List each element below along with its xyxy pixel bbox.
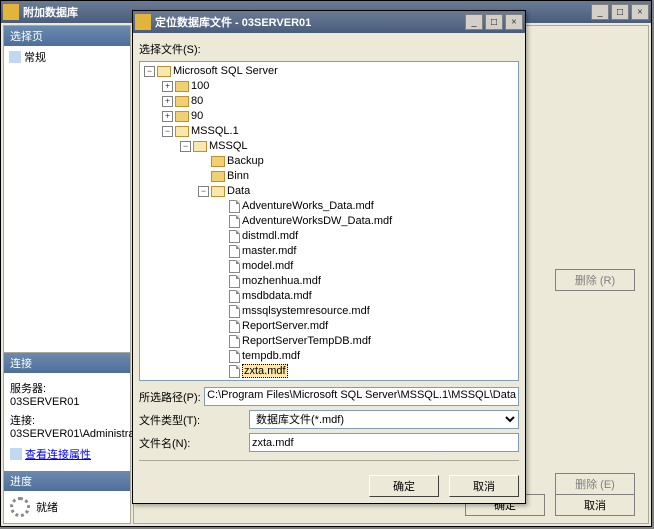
- page-item-general[interactable]: 常规: [6, 48, 128, 66]
- expand-toggle[interactable]: −: [180, 141, 191, 152]
- file-icon: [229, 230, 240, 243]
- tree-file-selected[interactable]: zxta.mdf: [242, 364, 288, 378]
- expand-toggle[interactable]: −: [162, 126, 173, 137]
- file-type-select[interactable]: 数据库文件(*.mdf): [249, 410, 519, 429]
- tree-node[interactable]: MSSQL.1: [191, 125, 239, 137]
- maximize-button[interactable]: □: [611, 4, 629, 20]
- dialog-title: 定位数据库文件 - 03SERVER01: [155, 14, 465, 30]
- dialog-icon: [135, 14, 151, 30]
- conn-label: 连接:: [10, 412, 124, 428]
- progress-status: 就绪: [36, 499, 58, 515]
- tree-file[interactable]: mssqlsystemresource.mdf: [242, 305, 370, 317]
- folder-icon: [175, 96, 189, 107]
- left-nav-pane: 选择页 常规 连接 服务器: 03SERVER01 连接: 03SERVER01…: [3, 25, 131, 524]
- tree-node[interactable]: Backup: [227, 155, 264, 167]
- tree-node[interactable]: MSSQL: [209, 140, 248, 152]
- file-icon: [229, 320, 240, 333]
- file-icon: [229, 290, 240, 303]
- conn-props-icon: [10, 448, 22, 460]
- minimize-button[interactable]: _: [591, 4, 609, 20]
- page-icon: [9, 51, 21, 63]
- server-label: 服务器:: [10, 380, 124, 396]
- file-icon: [229, 275, 240, 288]
- file-icon: [229, 350, 240, 363]
- remove-button-2[interactable]: 删除 (E): [555, 473, 635, 495]
- dlg-minimize-button[interactable]: _: [465, 14, 483, 30]
- select-page-header: 选择页: [4, 26, 130, 46]
- dialog-cancel-button[interactable]: 取消: [449, 475, 519, 497]
- tree-node[interactable]: Binn: [227, 170, 249, 182]
- file-icon: [229, 200, 240, 213]
- folder-icon: [175, 81, 189, 92]
- connection-header: 连接: [4, 353, 130, 373]
- file-tree[interactable]: −Microsoft SQL Server +100 +80 +90 −MSSQ…: [139, 61, 519, 381]
- tree-file[interactable]: master.mdf: [242, 245, 296, 257]
- tree-file[interactable]: mozhenhua.mdf: [242, 275, 321, 287]
- db-icon: [3, 4, 19, 20]
- conn-value: 03SERVER01\Administrator: [10, 428, 124, 440]
- view-connection-link[interactable]: 查看连接属性: [10, 446, 124, 462]
- tree-node[interactable]: Data: [227, 185, 250, 197]
- dialog-titlebar[interactable]: 定位数据库文件 - 03SERVER01 _ □ ×: [133, 11, 525, 33]
- folder-icon: [175, 111, 189, 122]
- path-label: 所选路径(P):: [139, 389, 204, 405]
- file-icon: [229, 335, 240, 348]
- expand-toggle[interactable]: +: [162, 81, 173, 92]
- tree-node[interactable]: 100: [191, 80, 209, 92]
- tree-file[interactable]: msdbdata.mdf: [242, 290, 312, 302]
- select-file-label: 选择文件(S):: [139, 41, 519, 57]
- expand-toggle[interactable]: +: [162, 111, 173, 122]
- tree-file[interactable]: AdventureWorks_Data.mdf: [242, 200, 374, 212]
- expand-toggle[interactable]: −: [198, 186, 209, 197]
- tree-node[interactable]: FTData: [227, 380, 264, 381]
- folder-icon: [193, 141, 207, 152]
- spinner-icon: [10, 497, 30, 517]
- tree-file[interactable]: distmdl.mdf: [242, 230, 298, 242]
- dialog-ok-button[interactable]: 确定: [369, 475, 439, 497]
- folder-icon: [211, 171, 225, 182]
- view-connection-text: 查看连接属性: [25, 446, 91, 462]
- tree-node[interactable]: 90: [191, 110, 203, 122]
- folder-icon: [211, 156, 225, 167]
- tree-file[interactable]: AdventureWorksDW_Data.mdf: [242, 215, 392, 227]
- tree-file[interactable]: model.mdf: [242, 260, 293, 272]
- locate-file-dialog: 定位数据库文件 - 03SERVER01 _ □ × 选择文件(S): − Mic…: [132, 10, 526, 504]
- type-label: 文件类型(T):: [139, 412, 249, 428]
- file-icon: [229, 260, 240, 273]
- remove-button-1[interactable]: 删除 (R): [555, 269, 635, 291]
- file-icon: [229, 245, 240, 258]
- dlg-maximize-button[interactable]: □: [485, 14, 503, 30]
- file-icon: [229, 215, 240, 228]
- server-value: 03SERVER01: [10, 396, 124, 408]
- file-icon: [229, 305, 240, 318]
- expand-toggle[interactable]: +: [162, 96, 173, 107]
- path-value-box[interactable]: C:\Program Files\Microsoft SQL Server\MS…: [204, 387, 519, 406]
- dlg-close-button[interactable]: ×: [505, 14, 523, 30]
- tree-file[interactable]: tempdb.mdf: [242, 350, 300, 362]
- filename-label: 文件名(N):: [139, 435, 249, 451]
- folder-icon: [211, 186, 225, 197]
- separator: [139, 460, 519, 461]
- filename-input[interactable]: [249, 433, 519, 452]
- close-button[interactable]: ×: [631, 4, 649, 20]
- tree-node[interactable]: 80: [191, 95, 203, 107]
- parent-cancel-button[interactable]: 取消: [555, 494, 635, 516]
- file-icon: [229, 365, 240, 378]
- tree-node[interactable]: Microsoft SQL Server: [173, 65, 278, 77]
- folder-icon: [157, 66, 171, 77]
- expand-toggle[interactable]: −: [144, 66, 155, 77]
- folder-icon: [175, 126, 189, 137]
- progress-header: 进度: [4, 471, 130, 491]
- tree-file[interactable]: ReportServer.mdf: [242, 320, 328, 332]
- tree-file[interactable]: ReportServerTempDB.mdf: [242, 335, 371, 347]
- page-label: 常规: [24, 49, 46, 65]
